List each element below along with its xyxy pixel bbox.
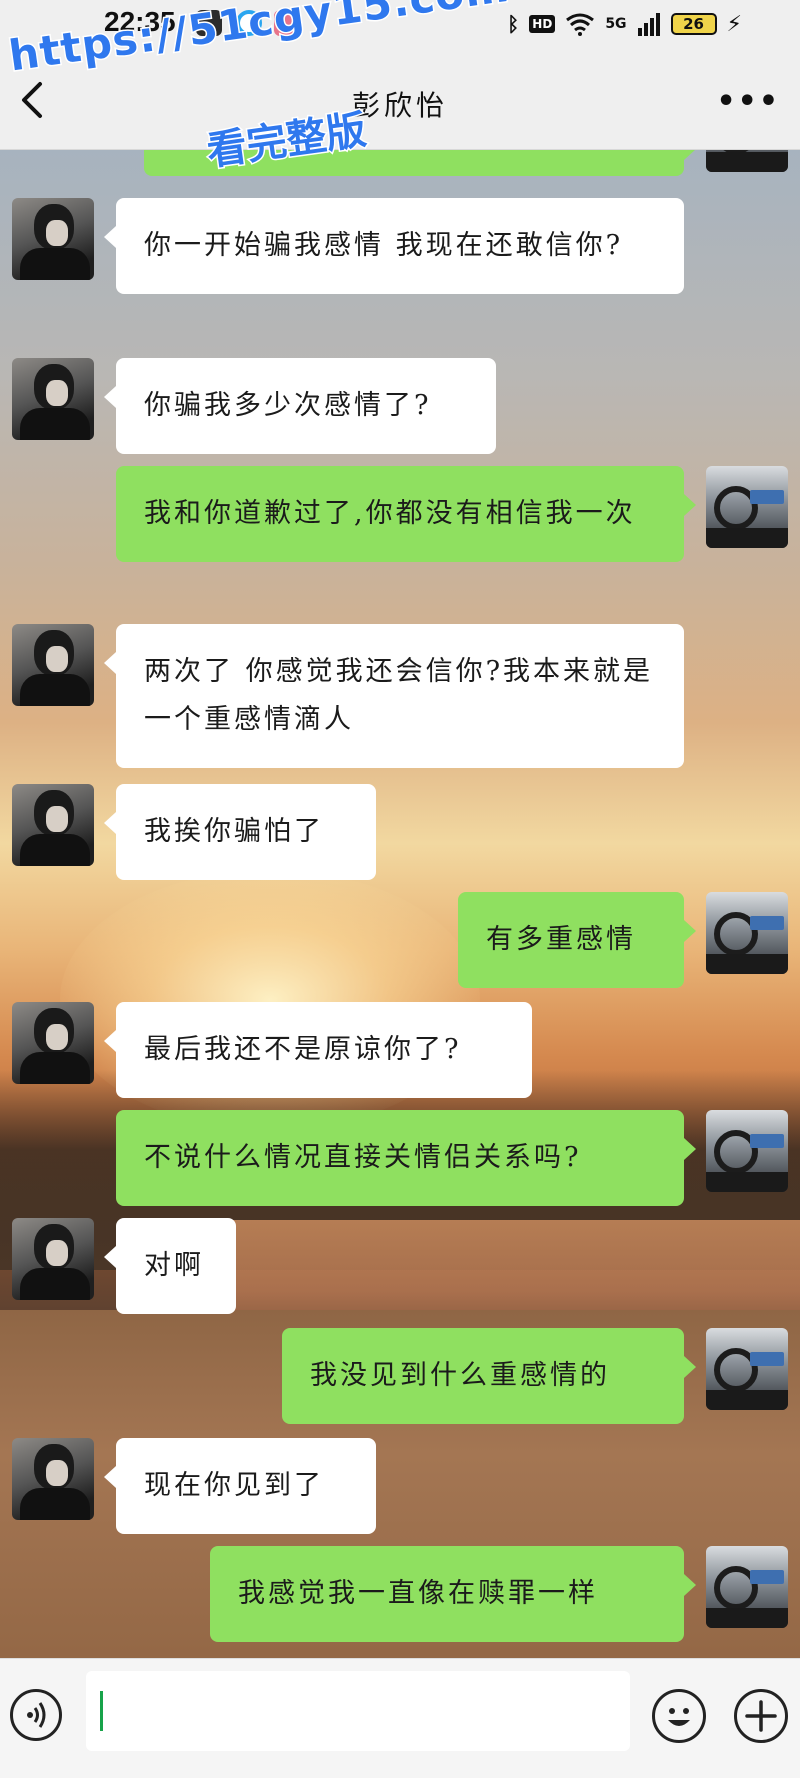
contact-avatar[interactable] (12, 1438, 94, 1520)
message-bubble-sent[interactable]: 我和你道歉过了,你都没有相信我一次 (116, 466, 696, 562)
message-bubble-sent[interactable]: 我感觉我一直像在赎罪一样 (210, 1546, 696, 1642)
voice-icon[interactable] (10, 1689, 62, 1741)
voice-waves-icon (27, 1702, 46, 1728)
message-bubble-received[interactable]: 两次了 你感觉我还会信你?我本来就是一个重感情滴人 (104, 624, 684, 768)
contact-avatar[interactable] (12, 198, 94, 280)
message-bubble-sent[interactable]: 有多重感情 (458, 892, 696, 988)
status-indicators: ᛒ HD 5G 26 ⚡ (507, 9, 742, 39)
emoji-icon[interactable] (652, 1689, 706, 1743)
my-avatar[interactable] (706, 466, 788, 548)
chat-title: 彭欣怡 (351, 89, 448, 122)
composer-bar (0, 1658, 800, 1778)
plus-glyph (745, 1700, 777, 1732)
message-input[interactable] (86, 1671, 630, 1751)
contact-avatar[interactable] (12, 1218, 94, 1300)
network-label: 5G (605, 16, 627, 32)
hd-badge: HD (529, 15, 556, 33)
message-bubble-received[interactable]: 最后我还不是原谅你了? (104, 1002, 532, 1098)
contact-avatar[interactable] (12, 624, 94, 706)
smiley-icon (668, 1708, 690, 1726)
my-avatar[interactable] (706, 1546, 788, 1628)
message-bubble-received[interactable]: 现在你见到了 (104, 1438, 376, 1534)
wifi-icon (566, 13, 595, 36)
contact-avatar[interactable] (12, 1002, 94, 1084)
my-avatar[interactable] (706, 1110, 788, 1192)
contact-avatar[interactable] (12, 784, 94, 866)
plus-icon[interactable] (734, 1689, 788, 1743)
message-bubble-received[interactable]: 你一开始骗我感情 我现在还敢信你? (104, 198, 684, 294)
message-bubble-sent[interactable]: 我没见到什么重感情的 (282, 1328, 696, 1424)
chat-messages[interactable]: 你一开始骗我感情 我现在还敢信你? 你骗我多少次感情了? 我和你道歉过了,你都没… (0, 150, 800, 1658)
contact-avatar[interactable] (12, 358, 94, 440)
my-avatar[interactable] (706, 150, 788, 172)
message-bubble-sent[interactable]: 不说什么情况直接关情侣关系吗? (116, 1110, 696, 1206)
bluetooth-icon: ᛒ (507, 12, 520, 36)
message-bubble-received[interactable]: 对啊 (104, 1218, 236, 1314)
battery-level: 26 (683, 15, 704, 33)
message-bubble-received[interactable]: 你骗我多少次感情了? (104, 358, 496, 454)
message-bubble-received[interactable]: 我挨你骗怕了 (104, 784, 376, 880)
battery-indicator: 26 (670, 13, 717, 35)
charging-icon: ⚡ (726, 11, 742, 37)
signal-icon (637, 13, 660, 36)
my-avatar[interactable] (706, 892, 788, 974)
my-avatar[interactable] (706, 1328, 788, 1410)
more-dots-icon[interactable]: ••• (716, 84, 780, 119)
text-caret (100, 1691, 103, 1731)
